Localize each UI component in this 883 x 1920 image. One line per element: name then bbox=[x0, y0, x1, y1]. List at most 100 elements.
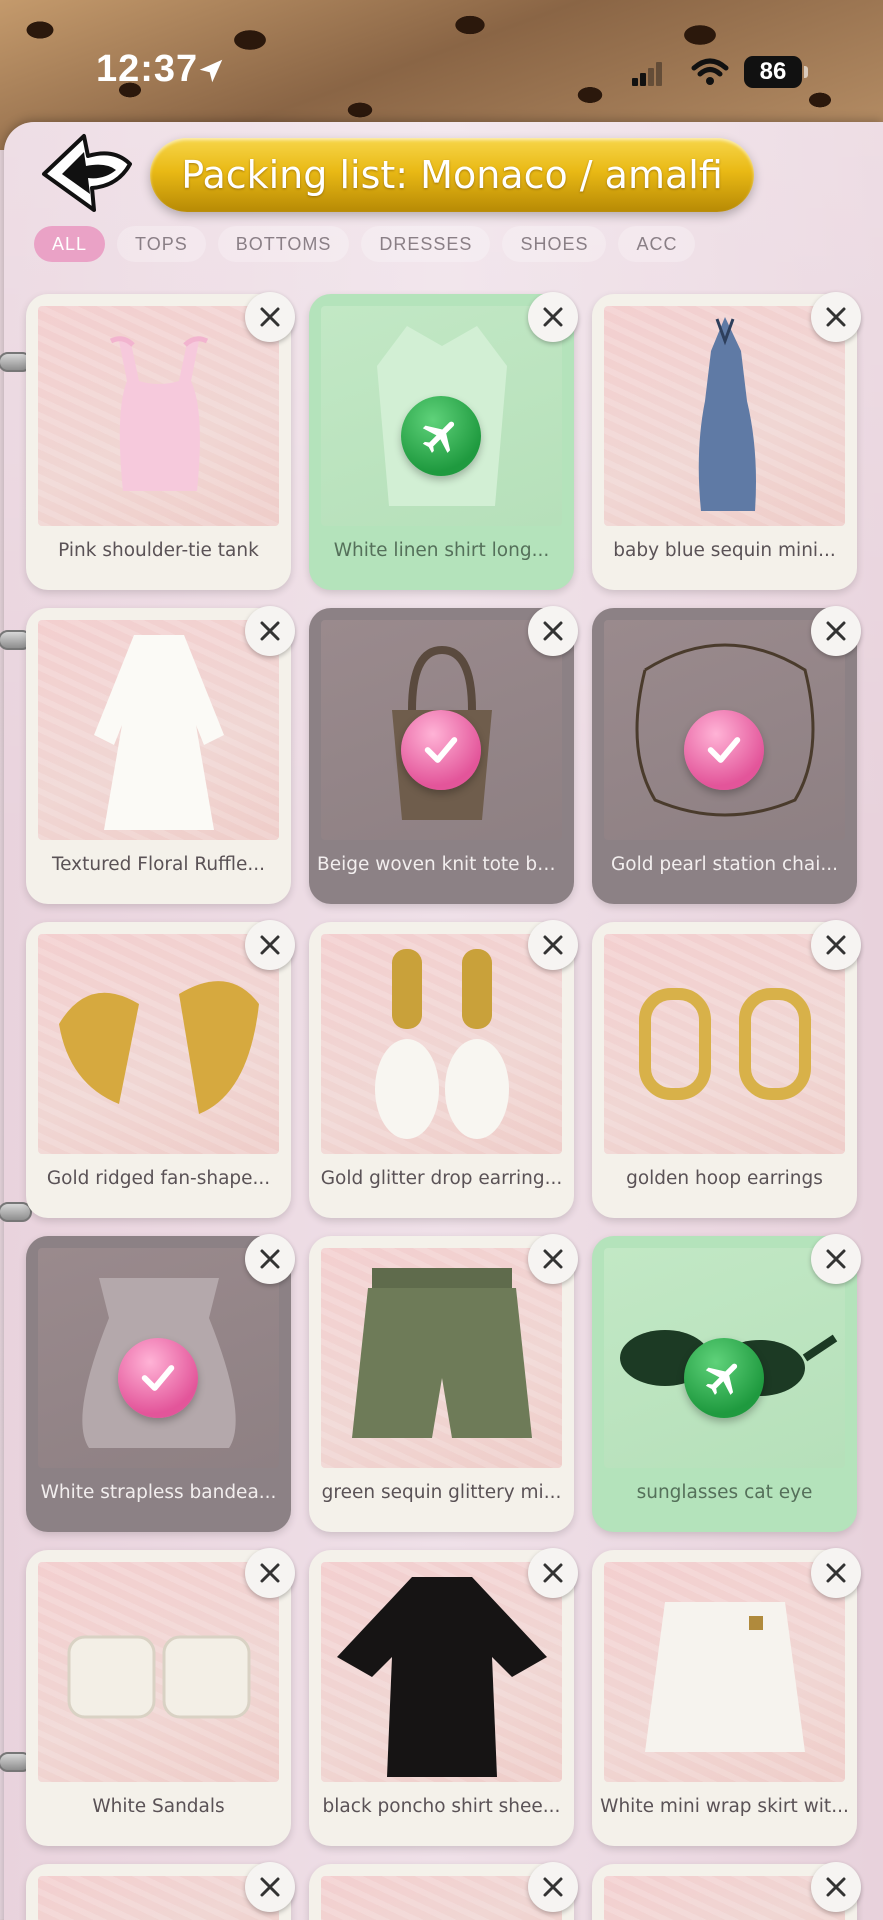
remove-button[interactable] bbox=[811, 1862, 861, 1912]
close-icon bbox=[260, 307, 280, 327]
item-label: Textured Floral Ruffle... bbox=[51, 854, 266, 875]
tab-acc[interactable]: ACC bbox=[618, 226, 696, 262]
item-label: White linen shirt long... bbox=[333, 540, 550, 561]
remove-button[interactable] bbox=[528, 1548, 578, 1598]
item-label: Beige woven knit tote ba... bbox=[317, 854, 566, 875]
item-image bbox=[38, 1562, 279, 1782]
item-image bbox=[38, 620, 279, 840]
category-tabs: ALL TOPS BOTTOMS DRESSES SHOES ACC bbox=[34, 226, 696, 262]
airplane-icon bbox=[422, 421, 455, 453]
item-card[interactable]: Beige woven knit tote ba... bbox=[309, 606, 578, 904]
item-card[interactable]: black poncho shirt shee... bbox=[309, 1548, 578, 1846]
close-icon bbox=[543, 935, 563, 955]
packed-badge bbox=[684, 710, 764, 790]
item-label: White mini wrap skirt wit... bbox=[600, 1796, 849, 1817]
item-image bbox=[38, 1876, 279, 1920]
item-image bbox=[38, 934, 279, 1154]
remove-button[interactable] bbox=[245, 1862, 295, 1912]
remove-button[interactable] bbox=[811, 1548, 861, 1598]
item-card[interactable]: Gold ridged fan-shape... bbox=[26, 920, 295, 1218]
close-icon bbox=[826, 1877, 846, 1897]
packed-badge bbox=[118, 1338, 198, 1418]
tab-dresses[interactable]: DRESSES bbox=[361, 226, 491, 262]
battery-indicator: 86 bbox=[744, 56, 802, 88]
wifi-icon bbox=[691, 58, 729, 85]
remove-button[interactable] bbox=[811, 1234, 861, 1284]
item-image bbox=[604, 934, 845, 1154]
in-luggage-badge bbox=[684, 1338, 764, 1418]
item-card[interactable]: White linen shirt long... bbox=[309, 292, 578, 590]
tab-shoes[interactable]: SHOES bbox=[502, 226, 607, 262]
item-card[interactable]: Textured Floral Ruffle... bbox=[26, 606, 295, 904]
remove-button[interactable] bbox=[245, 292, 295, 342]
checkmark-icon bbox=[707, 737, 741, 763]
checkmark-icon bbox=[141, 1365, 175, 1391]
tab-bottoms[interactable]: BOTTOMS bbox=[217, 226, 350, 262]
remove-button[interactable] bbox=[811, 292, 861, 342]
item-card[interactable]: Gold pearl station chai... bbox=[592, 606, 861, 904]
packed-badge bbox=[401, 710, 481, 790]
remove-button[interactable] bbox=[528, 1862, 578, 1912]
close-icon bbox=[260, 1249, 280, 1269]
close-icon bbox=[260, 1877, 280, 1897]
remove-button[interactable] bbox=[528, 1234, 578, 1284]
cellular-signal-icon bbox=[632, 62, 662, 86]
item-card[interactable]: Pink shoulder-tie tank bbox=[26, 292, 295, 590]
location-arrow-icon bbox=[199, 59, 223, 83]
status-bar: 12:37 86 bbox=[0, 0, 883, 130]
close-icon bbox=[826, 1249, 846, 1269]
in-luggage-badge bbox=[401, 396, 481, 476]
item-label: Pink shoulder-tie tank bbox=[58, 540, 259, 561]
item-image bbox=[604, 1562, 845, 1782]
item-card[interactable]: White Sandals bbox=[26, 1548, 295, 1846]
item-image bbox=[321, 934, 562, 1154]
item-image bbox=[38, 306, 279, 526]
item-image bbox=[321, 1876, 562, 1920]
item-label: White Sandals bbox=[92, 1796, 225, 1817]
close-icon bbox=[260, 621, 280, 641]
item-image bbox=[321, 1562, 562, 1782]
page-title: Packing list: Monaco / amalfi bbox=[150, 138, 754, 212]
close-icon bbox=[826, 1563, 846, 1583]
close-icon bbox=[543, 1249, 563, 1269]
remove-button[interactable] bbox=[245, 920, 295, 970]
remove-button[interactable] bbox=[528, 920, 578, 970]
battery-nub bbox=[804, 66, 808, 78]
item-card[interactable]: sunglasses cat eye bbox=[592, 1234, 861, 1532]
item-card[interactable]: White strapless bandea... bbox=[26, 1234, 295, 1532]
item-card[interactable]: golden hoop earrings bbox=[592, 920, 861, 1218]
close-icon bbox=[826, 935, 846, 955]
remove-button[interactable] bbox=[811, 920, 861, 970]
close-icon bbox=[543, 621, 563, 641]
close-icon bbox=[826, 621, 846, 641]
item-image bbox=[604, 1876, 845, 1920]
item-image bbox=[321, 1248, 562, 1468]
item-card[interactable]: baby blue sequin mini... bbox=[592, 292, 861, 590]
remove-button[interactable] bbox=[245, 1234, 295, 1284]
close-icon bbox=[826, 307, 846, 327]
item-label: green sequin glittery mi... bbox=[321, 1482, 562, 1503]
item-label: golden hoop earrings bbox=[626, 1168, 823, 1189]
close-icon bbox=[260, 935, 280, 955]
back-button[interactable] bbox=[36, 130, 136, 216]
status-time: 12:37 bbox=[96, 48, 199, 90]
item-label: sunglasses cat eye bbox=[636, 1482, 813, 1503]
item-card[interactable]: green sequin glittery mi... bbox=[309, 1234, 578, 1532]
item-label: Gold pearl station chai... bbox=[610, 854, 839, 875]
airplane-icon bbox=[705, 1363, 738, 1395]
remove-button[interactable] bbox=[528, 292, 578, 342]
close-icon bbox=[260, 1563, 280, 1583]
item-image bbox=[604, 306, 845, 526]
checkmark-icon bbox=[424, 737, 458, 763]
item-card[interactable]: White mini wrap skirt wit... bbox=[592, 1548, 861, 1846]
item-card[interactable]: Gold glitter drop earring... bbox=[309, 920, 578, 1218]
remove-button[interactable] bbox=[245, 606, 295, 656]
tab-all[interactable]: ALL bbox=[34, 226, 106, 262]
tab-tops[interactable]: TOPS bbox=[117, 226, 206, 262]
close-icon bbox=[543, 1877, 563, 1897]
remove-button[interactable] bbox=[528, 606, 578, 656]
item-label: Gold glitter drop earring... bbox=[320, 1168, 563, 1189]
remove-button[interactable] bbox=[245, 1548, 295, 1598]
item-label: baby blue sequin mini... bbox=[613, 540, 836, 561]
remove-button[interactable] bbox=[811, 606, 861, 656]
